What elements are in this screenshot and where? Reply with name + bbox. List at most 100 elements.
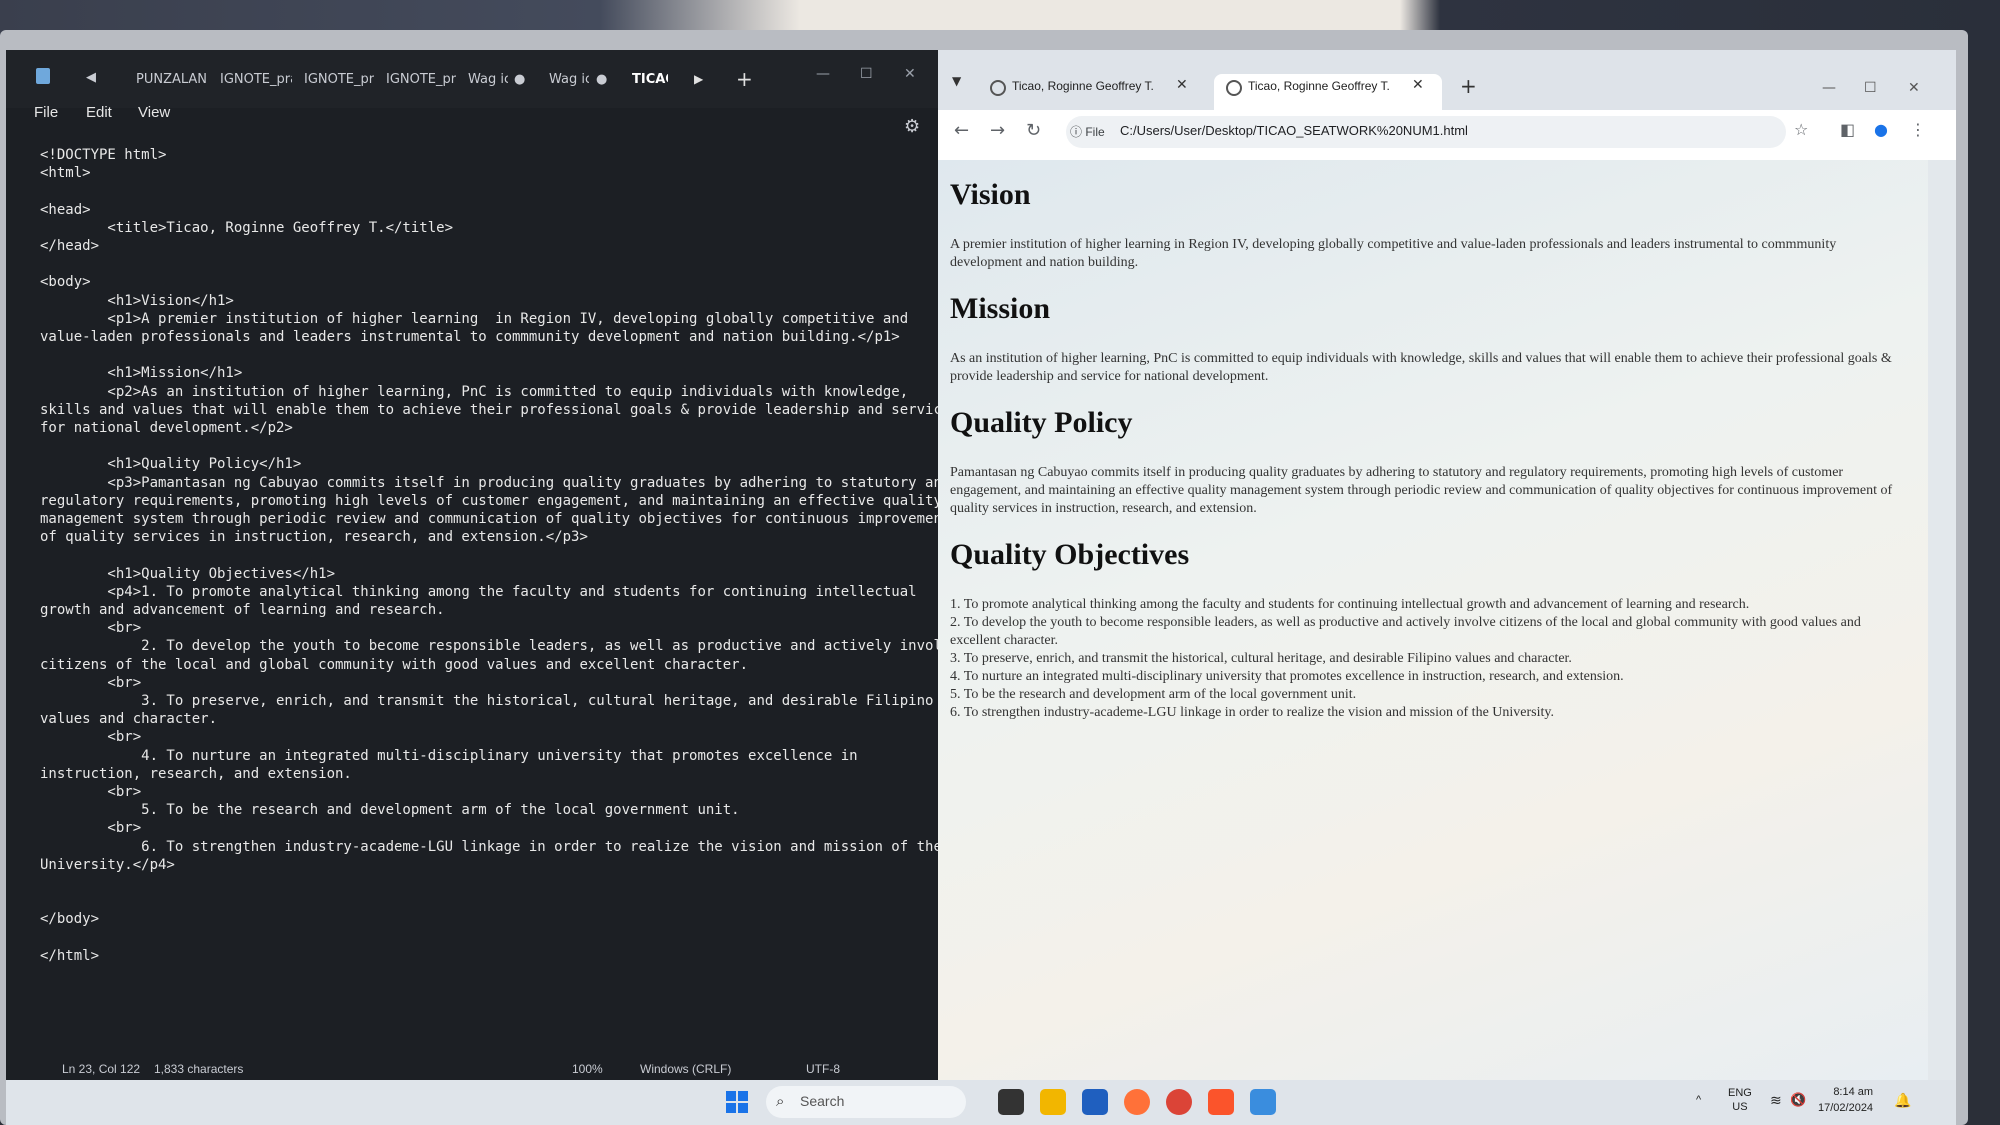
tab-search-chevron-icon[interactable]: ▼ [952, 74, 961, 88]
microsoft-store-icon[interactable] [1082, 1089, 1108, 1115]
notepad-window: ◀ PUNZALAN_ IGNOTE_prac IGNOTE_prac IGNO… [6, 50, 959, 1125]
bookmark-star-icon[interactable]: ☆ [1794, 120, 1808, 139]
objective-item: 3. To preserve, enrich, and transmit the… [950, 651, 1572, 666]
notepad-taskbar-icon[interactable] [1250, 1089, 1276, 1115]
new-tab-button[interactable]: + [1460, 74, 1477, 98]
code-line: regulatory requirements, promoting high … [40, 492, 942, 509]
code-line: </html> [40, 947, 100, 964]
search-icon: ⌕ [776, 1092, 785, 1110]
cursor-position: Ln 23, Col 122 [62, 1062, 141, 1076]
objective-item: 6. To strengthen industry-academe-LGU li… [950, 705, 1554, 720]
minimize-icon[interactable]: — [816, 66, 830, 82]
notepad-tab-active[interactable]: TICAC [632, 72, 668, 87]
code-line: <p3>Pamantasan ng Cabuyao commits itself… [40, 474, 951, 491]
code-line: <html> [40, 165, 91, 182]
close-icon[interactable]: ✕ [904, 66, 916, 82]
language-indicator[interactable]: ENG US [1728, 1086, 1752, 1114]
task-view-icon[interactable] [998, 1089, 1024, 1115]
objective-item: 5. To be the research and development ar… [950, 687, 1357, 702]
notepad-tab[interactable]: Wag ic [468, 72, 508, 87]
code-line: <head> [40, 201, 91, 218]
code-line: <br> [40, 729, 142, 746]
page-scrollbar[interactable] [1928, 160, 1956, 1080]
code-line: management system through periodic revie… [40, 511, 951, 527]
site-info-chip[interactable]: ⓘ File [1070, 123, 1105, 140]
code-line: <br> [40, 820, 142, 837]
menu-edit[interactable]: Edit [86, 104, 112, 121]
notepad-tab[interactable]: IGNOTE_prac [304, 72, 374, 87]
notepad-titlebar: ◀ PUNZALAN_ IGNOTE_prac IGNOTE_prac IGNO… [6, 50, 938, 108]
maximize-icon[interactable]: ☐ [860, 66, 873, 82]
volume-muted-icon[interactable]: 🔇 [1790, 1092, 1806, 1108]
tab-scroll-right-icon[interactable]: ▶ [694, 72, 703, 86]
browser-tab-title: Ticao, Roginne Geoffrey T. [1012, 79, 1154, 93]
settings-gear-icon[interactable]: ⚙ [904, 116, 920, 137]
file-explorer-icon[interactable] [1040, 1089, 1066, 1115]
code-line: <h1>Mission</h1> [40, 365, 243, 382]
quality-policy-heading: Quality Policy [950, 406, 1133, 439]
code-line: citizens of the local and global communi… [40, 656, 749, 673]
taskbar-search-box[interactable] [766, 1086, 966, 1118]
tray-chevron-icon[interactable]: ^ [1696, 1094, 1701, 1106]
brave-icon[interactable] [1208, 1089, 1234, 1115]
character-count: 1,833 characters [154, 1062, 244, 1076]
zoom-level[interactable]: 100% [572, 1062, 603, 1076]
notepad-tab[interactable]: Wag ic [549, 72, 589, 87]
site-info-label: File [1085, 125, 1105, 139]
notification-bell-icon[interactable]: 🔔 [1894, 1092, 1911, 1109]
objective-item: 1. To promote analytical thinking among … [950, 597, 1750, 612]
code-line: </head> [40, 238, 100, 254]
notepad-app-icon [36, 68, 50, 84]
quality-objectives-heading: Quality Objectives [950, 538, 1190, 571]
taskbar-clock[interactable]: 8:14 am 17/02/2024 [1818, 1084, 1873, 1116]
notepad-tab[interactable]: IGNOTE_prac [386, 72, 456, 87]
menu-view[interactable]: View [138, 104, 170, 121]
reload-icon[interactable]: ↻ [1026, 120, 1041, 141]
code-line: </body> [40, 911, 100, 928]
maximize-icon[interactable]: ☐ [1864, 80, 1877, 96]
browser-tab-active[interactable]: Ticao, Roginne Geoffrey T. ✕ [1214, 74, 1442, 110]
forward-arrow-icon[interactable]: → [990, 120, 1005, 141]
clock-time: 8:14 am [1833, 1086, 1874, 1098]
wifi-icon[interactable]: ≋ [1770, 1092, 1782, 1109]
mission-paragraph: As an institution of higher learning, Pn… [950, 351, 1892, 384]
browser-tab-title: Ticao, Roginne Geoffrey T. [1248, 79, 1390, 93]
globe-icon [990, 80, 1006, 96]
code-line: 2. To develop the youth to become respon… [40, 638, 959, 655]
windows-start-icon[interactable] [726, 1091, 748, 1113]
chrome-icon[interactable] [1166, 1089, 1192, 1115]
line-ending[interactable]: Windows (CRLF) [640, 1062, 731, 1076]
encoding[interactable]: UTF-8 [806, 1062, 840, 1076]
quality-objectives-list: 1. To promote analytical thinking among … [950, 596, 1905, 722]
code-line: 4. To nurture an integrated multi-discip… [40, 747, 858, 764]
tab-close-icon[interactable]: ✕ [1412, 77, 1424, 93]
vision-heading: Vision [950, 178, 1031, 211]
side-panel-icon[interactable]: ◧ [1840, 120, 1855, 139]
notepad-tab[interactable]: PUNZALAN_ [136, 72, 206, 87]
code-line: values and character. [40, 711, 218, 728]
code-line: University.</p4> [40, 856, 175, 873]
code-line: 5. To be the research and development ar… [40, 802, 740, 819]
code-line: growth and advancement of learning and r… [40, 602, 445, 618]
firefox-icon[interactable] [1124, 1089, 1150, 1115]
url-text[interactable]: C:/Users/User/Desktop/TICAO_SEATWORK%20N… [1120, 123, 1468, 138]
notepad-tab[interactable]: IGNOTE_prac [220, 72, 292, 87]
vision-paragraph: A premier institution of higher learning… [950, 237, 1837, 270]
back-arrow-icon[interactable]: ← [954, 120, 969, 141]
browser-tab[interactable]: Ticao, Roginne Geoffrey T. ✕ [978, 74, 1206, 110]
code-line: <h1>Vision</h1> [40, 292, 234, 309]
code-line: <br> [40, 784, 142, 800]
menu-kebab-icon[interactable]: ⋮ [1910, 120, 1926, 139]
close-icon[interactable]: ✕ [1908, 80, 1920, 96]
tab-scroll-left-icon[interactable]: ◀ [86, 70, 96, 85]
tab-close-icon[interactable]: ✕ [1176, 77, 1188, 93]
page-content: Vision A premier institution of higher l… [938, 160, 1928, 1080]
minimize-icon[interactable]: — [1822, 80, 1836, 96]
menu-file[interactable]: File [34, 104, 58, 121]
objective-item: 4. To nurture an integrated multi-discip… [950, 669, 1624, 684]
globe-icon [1226, 80, 1242, 96]
new-tab-button[interactable]: + [736, 67, 753, 91]
taskbar: ⌕ Search ^ ENG US ≋ 🔇 8:14 am 17/02/2024 🔔 [6, 1080, 1956, 1125]
unsaved-dot-icon: ● [596, 72, 608, 87]
profile-avatar-icon[interactable]: ● [1874, 120, 1888, 139]
